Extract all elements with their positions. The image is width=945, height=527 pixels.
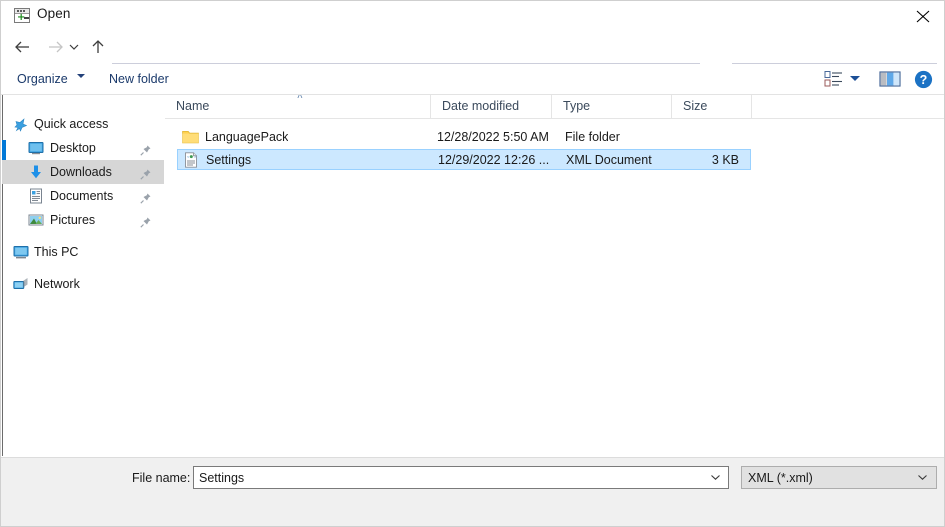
open-file-dialog: + Open Organize New folder ? Quick acces… [0,0,945,527]
open-file-window-icon: + [14,8,30,23]
new-folder-button[interactable]: New folder [109,69,169,90]
downloads-arrow-icon [28,164,44,180]
dialog-footer: File name: Settings XML (*.xml) Open Can… [1,457,944,526]
organize-button[interactable]: Organize [17,69,68,90]
sidebar-item-label: This PC [34,245,79,259]
pin-icon[interactable] [139,213,152,228]
column-header-size[interactable]: Size [672,95,752,118]
table-row[interactable]: < > Settings 12/29/2022 12:26 ... XML Do… [177,149,751,170]
chevron-down-icon[interactable] [710,470,721,487]
arrow-up-icon[interactable] [85,34,111,60]
file-list-pane: ˄ Name Date modified Type Size LanguageP… [165,95,944,456]
file-type: XML Document [566,153,652,167]
sidebar-item-pictures[interactable]: Pictures [2,208,164,232]
table-row[interactable]: LanguagePack 12/28/2022 5:50 AM File fol… [177,127,751,148]
caret-down-icon[interactable] [77,74,85,78]
column-header-type[interactable]: Type [552,95,672,118]
close-icon[interactable] [900,1,944,30]
column-header-label: Type [563,99,591,113]
navigation-bar: › This PC › Downloads › Search Downloads [1,30,944,88]
pin-icon[interactable] [139,141,152,156]
sort-ascending-icon: ˄ [297,95,303,102]
sidebar-item-label: Downloads [50,165,112,179]
column-header-name[interactable]: ˄ Name [165,95,431,118]
chevron-down-icon[interactable] [917,470,928,487]
sidebar-item-label: Pictures [50,213,96,227]
arrow-left-icon[interactable] [10,34,36,60]
file-type: File folder [565,130,620,144]
file-name-label: File name: [132,471,191,485]
column-header-label: Size [683,99,708,113]
file-name-value: Settings [199,471,245,485]
file-date-modified: 12/28/2022 5:50 AM [437,130,549,144]
file-type-select[interactable]: XML (*.xml) [741,466,937,489]
sidebar-item-network[interactable]: Network [2,272,164,296]
svg-text:?: ? [920,73,928,87]
navigation-sidebar: Quick access Desktop Downloads Documents… [2,95,164,456]
network-icon [13,276,29,292]
column-header-label: Date modified [442,99,520,113]
xml-document-icon: < > [183,152,200,168]
sidebar-item-label: Network [34,277,80,291]
file-type-value: XML (*.xml) [748,471,813,485]
file-date-modified: 12/29/2022 12:26 ... [438,153,550,167]
file-name: Settings [206,153,252,167]
help-icon[interactable]: ? [914,70,933,89]
file-size: 3 KB [711,153,739,167]
pin-icon[interactable] [139,165,152,180]
folder-icon [182,129,199,145]
star-pin-icon [13,116,29,132]
pictures-icon [28,212,44,228]
title-bar: + Open [1,1,944,30]
column-header-label: Name [176,99,210,113]
sidebar-item-desktop[interactable]: Desktop [2,136,164,160]
chevron-down-icon[interactable] [64,34,84,60]
sidebar-item-documents[interactable]: Documents [2,184,164,208]
file-name: LanguagePack [205,130,289,144]
sidebar-item-quick-access[interactable]: Quick access [2,112,164,136]
file-name-input[interactable]: Settings [193,466,729,489]
sidebar-item-label: Desktop [50,141,96,155]
preview-pane-icon[interactable] [879,70,901,88]
file-size [647,127,738,146]
column-header-date-modified[interactable]: Date modified [431,95,552,118]
view-list-icon[interactable] [824,70,844,88]
pin-icon[interactable] [139,189,152,204]
caret-down-icon[interactable] [850,76,860,81]
this-pc-icon [13,244,29,260]
sidebar-item-downloads[interactable]: Downloads [2,160,164,184]
window-title: Open [37,6,71,21]
column-header-row: ˄ Name Date modified Type Size [165,95,944,119]
command-toolbar: Organize New folder ? [1,64,944,95]
documents-icon [28,188,44,204]
sidebar-item-label: Quick access [34,117,109,131]
sidebar-item-this-pc[interactable]: This PC [2,240,164,264]
sidebar-item-label: Documents [50,189,114,203]
desktop-icon [28,140,44,156]
